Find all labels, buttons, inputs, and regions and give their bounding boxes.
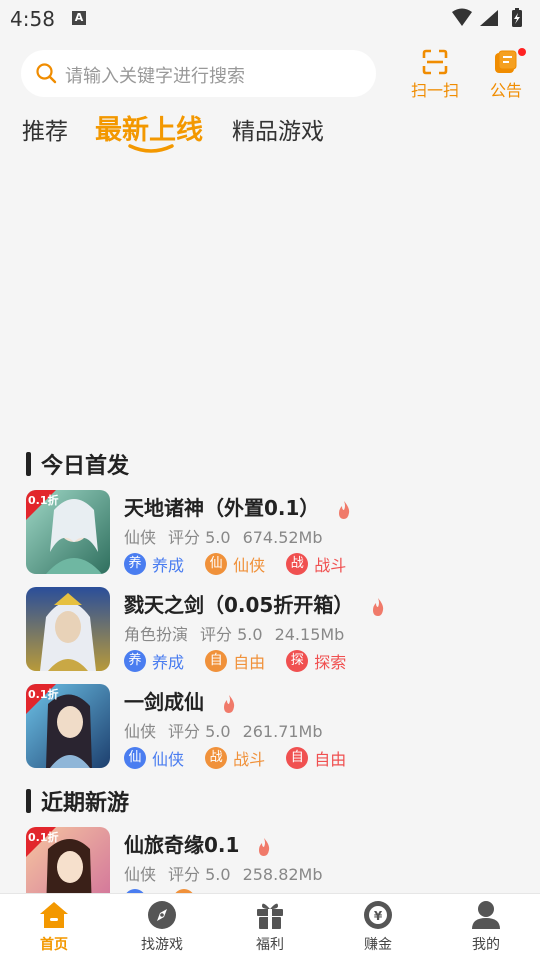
compass-icon (148, 901, 176, 929)
keyboard-indicator-icon: A (72, 11, 86, 25)
game-tags: 仙仙侠 战战斗 自自由 (124, 746, 362, 770)
tag: 仙仙侠 (124, 746, 184, 770)
tag: 战战斗 (205, 746, 265, 770)
discount-badge: 0.1折 (28, 493, 59, 507)
section-bar (26, 789, 31, 813)
nav-mine[interactable]: 我的 (432, 900, 540, 954)
game-meta: 仙侠 评分 5.0 674.52Mb (124, 528, 323, 547)
hot-fire-icon (339, 500, 350, 519)
notice-label: 公告 (489, 81, 522, 100)
tab-premium-games[interactable]: 精品游戏 (232, 112, 324, 146)
tag: 仙仙侠 (205, 552, 265, 576)
notice-icon (495, 50, 517, 73)
tag: 养养成 (124, 649, 184, 673)
svg-text:¥: ¥ (374, 909, 383, 923)
game-meta: 仙侠 评分 5.0 261.71Mb (124, 722, 323, 741)
discount-badge: 0.1折 (28, 687, 59, 701)
tag: 自自由 (286, 746, 346, 770)
game-tags: 养养成 自自由 探探索 (124, 649, 362, 673)
game-name: 天地诸神（外置0.1） (124, 492, 352, 521)
game-name: 戮天之剑（0.05折开箱） (124, 589, 386, 618)
hot-fire-icon (223, 694, 235, 713)
game-name: 仙旅奇缘0.1 (124, 829, 272, 858)
tag: 养养成 (124, 552, 184, 576)
nav-welfare[interactable]: 福利 (216, 900, 324, 954)
game-name: 一剑成仙 (124, 686, 237, 715)
bottom-nav: 首页 找游戏 福利 ¥ 赚金 我的 (0, 893, 540, 960)
search-placeholder: 请输入关键字进行搜索 (65, 66, 245, 87)
hot-fire-icon (259, 837, 270, 856)
game-icon (26, 587, 110, 671)
status-time: 4:58 (10, 7, 55, 31)
status-bar: 4:58 A (0, 0, 540, 38)
notice-button[interactable]: 公告 (476, 48, 536, 100)
money-bag-icon: ¥ (364, 901, 392, 929)
wifi-signal-battery-icons (452, 8, 522, 27)
nav-earn[interactable]: ¥ 赚金 (324, 900, 432, 954)
scan-label: 扫一扫 (410, 81, 459, 100)
game-item[interactable]: 戮天之剑（0.05折开箱） 角色扮演 评分 5.0 24.15Mb 养养成 自自由 … (26, 587, 526, 673)
section-bar (26, 452, 31, 476)
tag: 战战斗 (286, 552, 346, 576)
game-item[interactable]: 0.1折 一剑成仙 仙侠 评分 5.0 261.71Mb 仙仙侠 战战斗 自自由 (26, 684, 526, 770)
search-input[interactable]: 请输入关键字进行搜索 (21, 50, 376, 97)
category-tabs: 推荐 最新上线 精品游戏 (0, 106, 540, 156)
tag: 探探索 (286, 649, 346, 673)
nav-home[interactable]: 首页 (0, 900, 108, 954)
game-item[interactable]: 0.1折 仙旅奇缘0.1 仙侠 评分 5.0 258.82Mb (26, 827, 526, 893)
hot-fire-icon (373, 597, 384, 616)
discount-badge: 0.1折 (28, 830, 59, 844)
active-tab-indicator (128, 144, 174, 153)
game-item[interactable]: 0.1折 天地诸神（外置0.1） 仙侠 评分 5.0 674.52Mb 养养成 仙仙… (26, 490, 526, 576)
gift-icon (257, 903, 283, 929)
search-icon (36, 63, 57, 84)
status-icons (450, 8, 530, 32)
scan-button[interactable]: 扫一扫 (405, 48, 465, 100)
game-icon: 0.1折 (26, 490, 110, 574)
scan-icon (422, 49, 448, 75)
tab-recommend[interactable]: 推荐 (22, 112, 68, 146)
user-icon (472, 901, 500, 929)
game-icon: 0.1折 (26, 684, 110, 768)
nav-find-games[interactable]: 找游戏 (108, 900, 216, 954)
notification-dot (518, 48, 526, 56)
tag: 自自由 (205, 649, 265, 673)
game-meta: 仙侠 评分 5.0 258.82Mb (124, 865, 323, 884)
game-icon: 0.1折 (26, 827, 110, 893)
game-meta: 角色扮演 评分 5.0 24.15Mb (124, 625, 345, 644)
game-tags: 养养成 仙仙侠 战战斗 (124, 552, 362, 576)
home-icon (40, 902, 68, 928)
